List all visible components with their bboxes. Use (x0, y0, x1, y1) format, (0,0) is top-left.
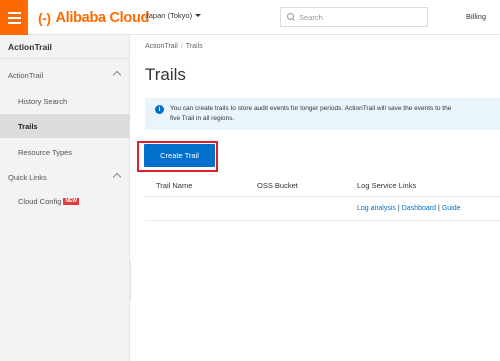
sidebar-item-resource-types[interactable]: Resource Types (0, 140, 130, 164)
region-label: Japan (Tokyo) (145, 11, 193, 20)
notice-text: You can create trails to store audit eve… (170, 104, 451, 130)
guide-link[interactable]: Guide (442, 205, 461, 212)
alibaba-cloud-logo[interactable]: (-) Alibaba Cloud (38, 9, 149, 27)
sidebar-item-label: Cloud Config (18, 196, 62, 206)
create-trail-button[interactable]: Create Trail (144, 144, 215, 167)
sidebar-group-label: Quick Links (8, 172, 47, 182)
sidebar-title: ActionTrail (0, 35, 129, 59)
link-separator: | (397, 205, 400, 212)
table-row: Log analysis | Dashboard | Guide (145, 197, 500, 221)
search-icon (287, 13, 295, 21)
breadcrumb-separator: / (180, 43, 183, 50)
main-content: ActionTrail / Trails Trails i You can cr… (131, 35, 500, 361)
notice-line: You can create trails to store audit eve… (170, 105, 452, 112)
logo-text: Alibaba Cloud (55, 10, 150, 26)
info-notice: i You can create trails to store audit e… (145, 98, 500, 130)
table-header: Trail Name OSS Bucket Log Service Links (145, 173, 500, 197)
menu-icon[interactable] (0, 0, 28, 35)
billing-link[interactable]: Billing (466, 12, 486, 21)
breadcrumb: ActionTrail / Trails (145, 43, 203, 50)
breadcrumb-item-actiontrail[interactable]: ActionTrail (145, 43, 178, 50)
sidebar-item-label: History Search (18, 96, 68, 106)
sidebar-group-quick-links[interactable]: Quick Links (0, 167, 130, 187)
column-header-oss-bucket: OSS Bucket (257, 181, 298, 190)
sidebar-item-label: Resource Types (18, 147, 73, 157)
logo-mark: (-) (38, 10, 51, 26)
link-separator: | (438, 205, 440, 212)
region-selector[interactable]: Japan (Tokyo) (145, 11, 202, 20)
dashboard-link[interactable]: Dashboard (402, 205, 436, 212)
sidebar: ActionTrail ActionTrail History Search T… (0, 35, 130, 361)
new-badge: NEW (63, 197, 80, 205)
sidebar-group-actiontrail[interactable]: ActionTrail (0, 65, 130, 85)
sidebar-item-cloud-config[interactable]: Cloud Config NEW (0, 189, 130, 213)
sidebar-item-history-search[interactable]: History Search (0, 89, 130, 113)
caret-down-icon (195, 14, 202, 17)
log-analysis-link[interactable]: Log analysis (357, 205, 396, 212)
chevron-up-icon (112, 70, 122, 80)
page-title: Trails (145, 65, 186, 84)
search-input[interactable]: Search (280, 7, 428, 27)
sidebar-item-label: Trails (18, 121, 38, 131)
sidebar-group-label: ActionTrail (8, 70, 44, 80)
column-header-trail-name: Trail Name (156, 181, 193, 190)
top-bar: (-) Alibaba Cloud Japan (Tokyo) Search B… (0, 0, 500, 35)
search-placeholder: Search (299, 12, 323, 22)
chevron-up-icon (112, 172, 122, 182)
info-icon: i (155, 105, 164, 114)
breadcrumb-item-trails: Trails (185, 43, 203, 50)
notice-line: five Trail in all regions. (170, 115, 235, 122)
column-header-log-service-links: Log Service Links (357, 181, 417, 190)
sidebar-item-trails[interactable]: Trails (0, 114, 130, 138)
log-service-links: Log analysis | Dashboard | Guide (357, 205, 461, 212)
